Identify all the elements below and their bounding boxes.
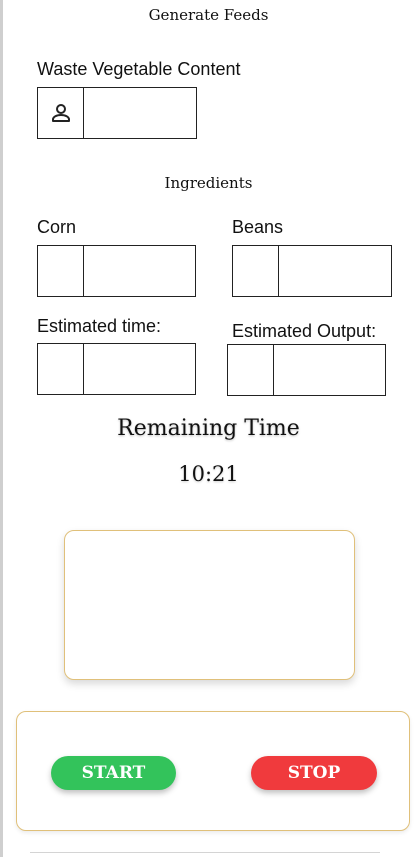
control-panel: START STOP	[16, 711, 410, 831]
estimated-output-input[interactable]	[275, 345, 385, 395]
bottom-divider	[30, 852, 380, 853]
estimated-output-field	[227, 344, 386, 396]
beans-input[interactable]	[280, 246, 391, 296]
beans-label: Beans	[232, 217, 284, 237]
estimated-output-label: Estimated Output:	[232, 321, 377, 341]
beans-field	[232, 245, 392, 297]
corn-field	[37, 245, 196, 297]
beans-prefix-cell	[233, 246, 279, 296]
waste-icon-cell	[38, 88, 84, 138]
estimated-time-prefix-cell	[38, 344, 84, 394]
start-button[interactable]: START	[51, 756, 176, 790]
estimated-time-input[interactable]	[85, 344, 195, 394]
estimated-output-prefix-cell	[228, 345, 274, 395]
waste-label: Waste Vegetable Content	[37, 59, 241, 79]
corn-label: Corn	[37, 217, 77, 237]
corn-prefix-cell	[38, 246, 84, 296]
waste-input[interactable]	[85, 88, 196, 138]
estimated-time-field	[37, 343, 196, 395]
remaining-time-value: 10:21	[178, 462, 239, 486]
corn-input[interactable]	[85, 246, 195, 296]
ingredients-heading: Ingredients	[164, 174, 253, 192]
estimated-time-label: Estimated time:	[37, 316, 162, 336]
person-icon	[51, 104, 70, 122]
page-title: Generate Feeds	[148, 6, 269, 24]
output-display-panel	[64, 530, 355, 680]
remaining-time-label: Remaining Time	[117, 416, 300, 441]
waste-field	[37, 87, 197, 139]
stop-button[interactable]: STOP	[251, 756, 377, 790]
